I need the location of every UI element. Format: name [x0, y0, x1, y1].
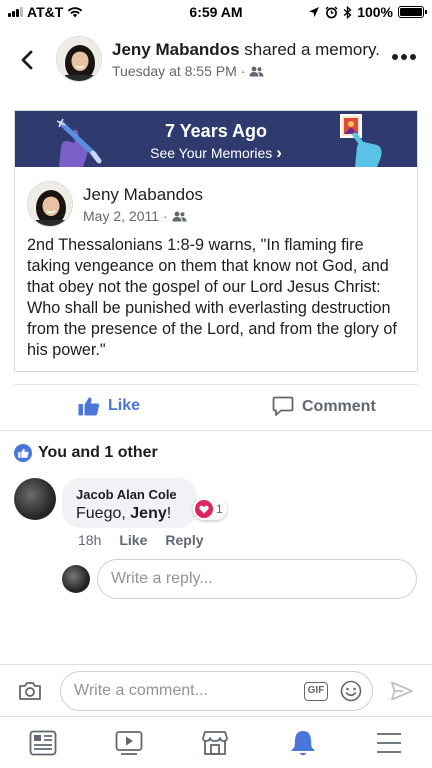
camera-icon — [19, 682, 41, 700]
friends-icon — [249, 66, 264, 76]
post-author-name[interactable]: Jeny Mabandos — [83, 185, 203, 205]
comment-input-wrap: GIF — [60, 671, 373, 711]
post-date-row: May 2, 2011 · — [83, 208, 187, 224]
comment-reaction-count: 1 — [216, 502, 223, 516]
notifications-icon — [291, 731, 315, 756]
post-header: Jeny Mabandos shared a memory. Tuesday a… — [0, 32, 432, 92]
bluetooth-icon — [343, 5, 352, 19]
watch-icon — [115, 731, 143, 755]
header-subtitle: Tuesday at 8:55 PM · — [112, 63, 264, 79]
more-options-button[interactable] — [392, 54, 416, 60]
news-feed-icon — [29, 730, 57, 756]
tab-marketplace[interactable] — [200, 729, 230, 757]
emoji-button[interactable] — [340, 680, 362, 707]
post-date-separator: · — [163, 208, 168, 224]
comment-label: Comment — [302, 397, 376, 415]
comment-time: 18h — [78, 532, 102, 548]
banner-link-label: See Your Memories — [150, 145, 273, 161]
marketplace-icon — [202, 731, 228, 755]
love-reaction-icon — [195, 500, 213, 518]
author-avatar[interactable] — [56, 36, 102, 82]
comment-input[interactable] — [61, 672, 291, 710]
divider — [0, 430, 432, 431]
comment-button[interactable]: Comment — [272, 396, 376, 417]
gif-button[interactable]: GIF — [304, 682, 328, 701]
post-date[interactable]: May 2, 2011 — [83, 208, 159, 224]
tab-notifications[interactable] — [288, 729, 318, 757]
post-text: 2nd Thessalonians 1:8-9 warns, "In flami… — [27, 236, 397, 359]
header-author[interactable]: Jeny Mabandos — [112, 40, 240, 59]
header-action: shared a memory. — [239, 40, 381, 59]
tab-menu[interactable] — [374, 729, 404, 757]
comment-text: Fuego, Jeny! — [76, 505, 183, 523]
reply-avatar — [62, 565, 90, 593]
status-right: 100% — [308, 4, 427, 20]
status-bar: AT&T 6:59 AM 100% — [0, 0, 432, 24]
menu-icon — [377, 733, 401, 753]
comment-reaction-badge[interactable]: 1 — [193, 498, 227, 520]
header-timestamp[interactable]: Tuesday at 8:55 PM — [112, 63, 237, 79]
comment-author[interactable]: Jacob Alan Cole — [76, 487, 183, 502]
tab-bar — [0, 716, 432, 768]
like-button[interactable]: Like — [78, 396, 140, 416]
memory-banner[interactable]: 7 Years Ago See Your Memories › — [15, 111, 417, 167]
like-reaction-icon — [14, 444, 32, 462]
comment-meta: 18h Like Reply — [78, 532, 204, 548]
comment-reply-button[interactable]: Reply — [165, 532, 203, 548]
photo-hand-illustration-icon — [340, 114, 382, 167]
back-button[interactable] — [16, 48, 40, 72]
comment-text-prefix: Fuego, — [76, 505, 131, 522]
friends-icon — [172, 211, 187, 221]
battery-icon — [398, 6, 427, 18]
comment-mention[interactable]: Jeny — [130, 505, 166, 522]
comment-bubble[interactable]: Jacob Alan Cole Fuego, Jeny! — [62, 478, 197, 528]
battery-percent: 100% — [357, 4, 393, 20]
comment-composer: GIF — [0, 664, 432, 716]
like-label: Like — [108, 397, 141, 414]
smiley-icon — [340, 680, 362, 702]
reactions-summary[interactable]: You and 1 other — [14, 444, 158, 462]
comment-text-suffix: ! — [166, 505, 172, 522]
memory-card[interactable]: 7 Years Ago See Your Memories › Jeny Mab… — [14, 110, 418, 372]
avatar-portrait-icon — [57, 37, 101, 81]
reactions-text: You and 1 other — [38, 444, 158, 461]
back-arrow-icon — [21, 50, 33, 70]
divider — [14, 384, 418, 385]
comment-bubble-icon — [272, 396, 294, 416]
avatar-portrait-icon — [28, 182, 72, 226]
chevron-right-icon: › — [276, 143, 282, 162]
location-arrow-icon — [309, 7, 320, 17]
alarm-icon — [325, 6, 338, 18]
camera-button[interactable] — [18, 681, 42, 706]
tab-news-feed[interactable] — [28, 729, 58, 757]
action-bar: Like Comment — [0, 390, 432, 426]
header-separator: · — [240, 63, 246, 79]
commenter-avatar[interactable] — [14, 478, 56, 520]
send-arrow-icon — [391, 681, 413, 701]
header-title: Jeny Mabandos shared a memory. — [112, 40, 380, 60]
send-button[interactable] — [390, 681, 414, 706]
reply-input[interactable] — [97, 559, 417, 599]
thumbs-up-icon — [78, 397, 100, 416]
post-author-avatar[interactable] — [27, 181, 73, 227]
tab-watch[interactable] — [114, 729, 144, 757]
comment-like-button[interactable]: Like — [119, 532, 147, 548]
